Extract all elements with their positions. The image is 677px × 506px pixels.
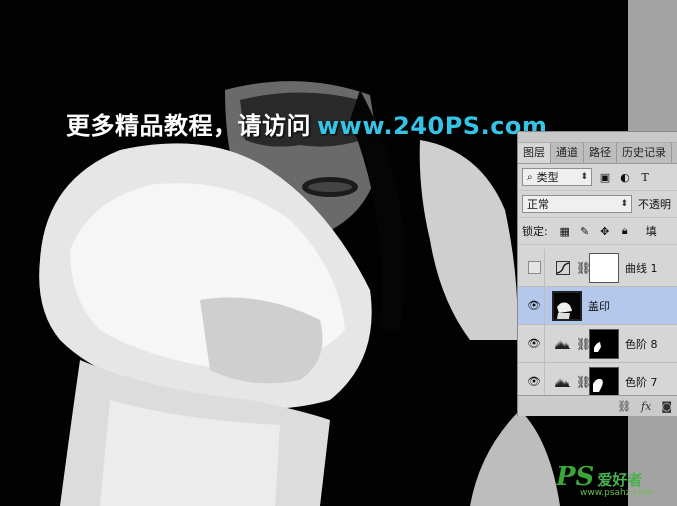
opacity-label: 不透明 (638, 198, 671, 211)
visibility-toggle[interactable] (524, 249, 545, 286)
chevron-down-icon: ⬍ (620, 199, 628, 209)
layer-thumbnail[interactable] (552, 290, 582, 321)
lock-transparency-icon[interactable]: ▦ (558, 224, 572, 238)
panel-grip[interactable] (518, 132, 677, 143)
logo-url: www.psahz.com (580, 488, 653, 498)
tab-paths[interactable]: 路径 (584, 143, 617, 163)
layer-mask-thumbnail[interactable] (589, 366, 619, 397)
layer-mask-thumbnail[interactable] (589, 328, 619, 359)
site-logo: PS 爱好者 www.psahz.com (556, 462, 653, 498)
lock-position-icon[interactable]: ✥ (598, 224, 612, 238)
link-icon[interactable]: ⛓︎ (576, 337, 591, 351)
link-icon[interactable]: ⛓︎ (576, 375, 591, 389)
blend-row: 正常 ⬍ 不透明 (518, 191, 677, 218)
image-filter-icon[interactable]: ▣ (598, 170, 612, 184)
watermark-url: www.240PS.com (317, 112, 548, 140)
layer-row-curves[interactable]: ⛓︎ 曲线 1 (518, 249, 677, 287)
panel-tabs: 图层 通道 路径 历史记录 (518, 143, 677, 164)
layer-row-levels-8[interactable]: 👁︎ ⛓︎ 色阶 8 (518, 325, 677, 363)
lock-all-icon[interactable]: 🔒︎ (618, 224, 632, 238)
tab-history[interactable]: 历史记录 (617, 143, 672, 163)
fx-icon[interactable]: fx (641, 400, 651, 413)
layer-mask-thumbnail[interactable] (589, 252, 619, 283)
tab-layers[interactable]: 图层 (518, 143, 551, 163)
curves-icon (553, 260, 573, 275)
eye-icon: 👁︎ (527, 375, 541, 388)
link-layers-icon[interactable]: ⛓︎ (617, 400, 631, 413)
type-filter-icon[interactable]: T (638, 170, 652, 184)
layer-name[interactable]: 色阶 7 (625, 374, 658, 390)
logo-ps-mark: PS (556, 462, 595, 492)
eye-icon: 👁︎ (527, 337, 541, 350)
fill-label: 填 (645, 225, 657, 238)
watermark-text: 更多精品教程，请访问 www.240PS.com (66, 106, 547, 141)
lock-row: 锁定: ▦ ✎ ✥ 🔒︎ 填 (518, 218, 677, 245)
eye-icon: 👁︎ (527, 299, 541, 312)
layers-panel: 图层 通道 路径 历史记录 ⌕ 类型 ⬍ ▣ ◐ T 正常 ⬍ 不透明 锁定: … (517, 131, 677, 416)
tab-channels[interactable]: 通道 (551, 143, 584, 163)
watermark-label: 更多精品教程，请访问 (66, 112, 311, 140)
lock-pixels-icon[interactable]: ✎ (578, 224, 592, 238)
chevron-down-icon: ⬍ (580, 172, 588, 182)
levels-icon (553, 376, 573, 388)
layer-name[interactable]: 曲线 1 (625, 260, 658, 276)
hidden-box-icon (527, 261, 541, 274)
levels-icon (553, 338, 573, 350)
logo-chinese-text: 爱好者 (597, 471, 643, 489)
filter-row: ⌕ 类型 ⬍ ▣ ◐ T (518, 164, 677, 191)
filter-kind-value: 类型 (536, 171, 559, 184)
blend-mode-select[interactable]: 正常 ⬍ (522, 195, 632, 213)
visibility-toggle[interactable]: 👁︎ (524, 325, 545, 362)
filter-kind-select[interactable]: ⌕ 类型 ⬍ (522, 168, 592, 186)
lock-label: 锁定: (522, 225, 548, 238)
panel-bottom-bar: ⛓︎ fx ◙ (518, 395, 677, 416)
search-icon: ⌕ (527, 171, 533, 183)
layer-name[interactable]: 盖印 (588, 298, 610, 314)
layer-name[interactable]: 色阶 8 (625, 336, 658, 352)
adjustment-filter-icon[interactable]: ◐ (618, 170, 632, 184)
add-mask-icon[interactable]: ◙ (661, 400, 672, 413)
blend-mode-value: 正常 (527, 198, 549, 211)
layers-list: ⛓︎ 曲线 1 👁︎ 盖印 👁︎ ⛓︎ 色阶 8 👁︎ ⛓︎ 色阶 7 (518, 249, 677, 401)
link-icon[interactable]: ⛓︎ (576, 261, 591, 275)
layer-row-stamp[interactable]: 👁︎ 盖印 (518, 287, 677, 325)
visibility-toggle[interactable]: 👁︎ (524, 287, 545, 324)
